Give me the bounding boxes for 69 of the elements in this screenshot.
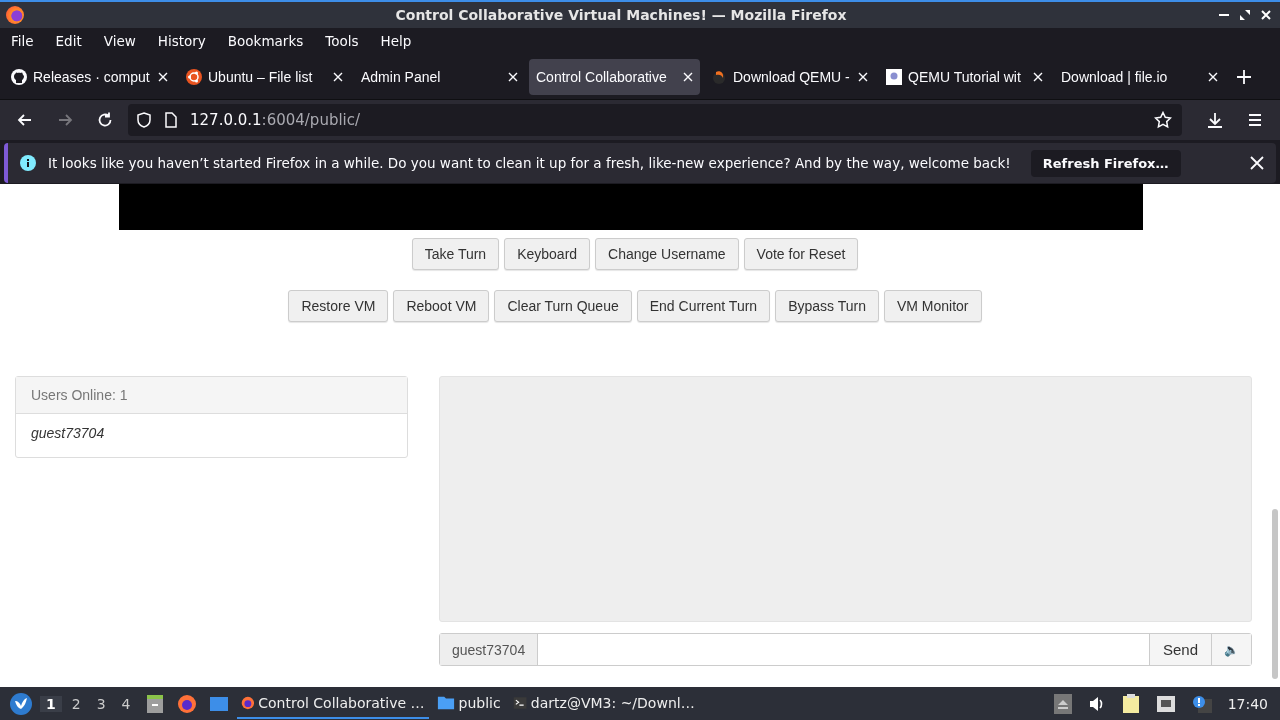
shield-icon[interactable]: [136, 112, 152, 128]
notification-message: It looks like you haven’t started Firefox in a while. Do you want to clean it up for a fresh, like-new experience? And by the way, welcome back!: [48, 155, 1011, 171]
browser-tab[interactable]: Control Collaborative: [529, 58, 700, 95]
menu-item[interactable]: Help: [372, 33, 420, 49]
scrollbar-thumb[interactable]: [1272, 509, 1278, 679]
page-icon: [886, 68, 902, 85]
workspace-button[interactable]: 1: [40, 695, 62, 712]
taskbar-window-button[interactable]: public: [432, 688, 505, 719]
browser-tab[interactable]: Download QEMU -: [704, 58, 875, 95]
vm-control-button[interactable]: Take Turn: [411, 238, 500, 270]
info-icon: [20, 155, 36, 171]
close-icon[interactable]: [1208, 71, 1218, 82]
workspace-button[interactable]: 4: [115, 695, 137, 712]
vm-control-button[interactable]: End Current Turn: [636, 290, 771, 322]
ubuntu-icon: [186, 68, 202, 85]
close-icon[interactable]: [1033, 71, 1043, 82]
vm-control-button[interactable]: Restore VM: [288, 290, 389, 322]
clock: 17:40: [1227, 695, 1268, 712]
users-heading: Users Online: 1: [16, 377, 407, 414]
eject-icon[interactable]: [1053, 693, 1072, 714]
refresh-firefox-button[interactable]: Refresh Firefox…: [1030, 149, 1181, 177]
close-icon[interactable]: [508, 71, 518, 82]
browser-tab[interactable]: Admin Panel: [354, 58, 525, 95]
vm-control-button[interactable]: Change Username: [595, 238, 739, 270]
notification-alert-icon[interactable]: [1191, 694, 1212, 713]
close-icon[interactable]: [333, 71, 343, 82]
file-cabinet-icon[interactable]: [144, 693, 165, 714]
firefox-icon[interactable]: [176, 693, 197, 714]
menu-item[interactable]: View: [95, 33, 144, 49]
menu-item[interactable]: Tools: [317, 33, 367, 49]
menu-icon[interactable]: [1246, 111, 1264, 129]
window-title: Control Collaborative Virtual Machines! — Mozilla Firefox: [394, 7, 848, 23]
maximize-icon[interactable]: [1239, 9, 1251, 21]
close-icon[interactable]: [1260, 9, 1272, 21]
close-icon[interactable]: [683, 71, 693, 82]
workspace-button[interactable]: 3: [90, 695, 112, 712]
vm-control-button[interactable]: Clear Turn Queue: [494, 290, 632, 322]
vm-control-button[interactable]: Vote for Reset: [743, 238, 859, 270]
firefox-logo-icon: [6, 6, 24, 24]
download-icon[interactable]: [1206, 111, 1224, 129]
vm-control-button[interactable]: VM Monitor: [883, 290, 982, 322]
browser-tab[interactable]: Releases · comput: [4, 58, 175, 95]
browser-tab[interactable]: QEMU Tutorial wit: [879, 58, 1050, 95]
page-icon: [164, 112, 178, 128]
github-icon: [11, 68, 27, 85]
vm-control-button[interactable]: Bypass Turn: [775, 290, 879, 322]
network-icon[interactable]: [1155, 694, 1176, 713]
clipboard-icon[interactable]: [1121, 693, 1140, 714]
close-icon[interactable]: [858, 71, 868, 82]
new-tab-icon[interactable]: [1237, 69, 1251, 84]
menu-item[interactable]: Bookmarks: [219, 33, 312, 49]
reload-icon[interactable]: [96, 111, 114, 129]
user-name[interactable]: guest73704: [16, 414, 407, 452]
taskbar-window-button[interactable]: dartz@VM3: ~/Downl…: [508, 688, 699, 719]
browser-tab[interactable]: Ubuntu – File list: [179, 58, 350, 95]
start-menu-icon[interactable]: [10, 692, 32, 715]
workspace-button[interactable]: 2: [65, 695, 87, 712]
close-icon[interactable]: [158, 71, 168, 82]
taskbar-window-button[interactable]: Control Collaborative …: [236, 688, 429, 719]
menu-item[interactable]: History: [149, 33, 214, 49]
qemu-icon: [711, 68, 727, 85]
menu-item[interactable]: File: [3, 33, 42, 49]
bookmark-star-icon[interactable]: [1154, 111, 1172, 129]
address-bar[interactable]: 127.0.0.1:6004/public/: [128, 104, 1182, 136]
browser-tab[interactable]: Download | file.io: [1054, 58, 1225, 95]
menu-item[interactable]: Edit: [47, 33, 90, 49]
vm-control-button[interactable]: Reboot VM: [393, 290, 490, 322]
vm-control-button[interactable]: Keyboard: [504, 238, 591, 270]
close-icon[interactable]: [1250, 156, 1264, 170]
